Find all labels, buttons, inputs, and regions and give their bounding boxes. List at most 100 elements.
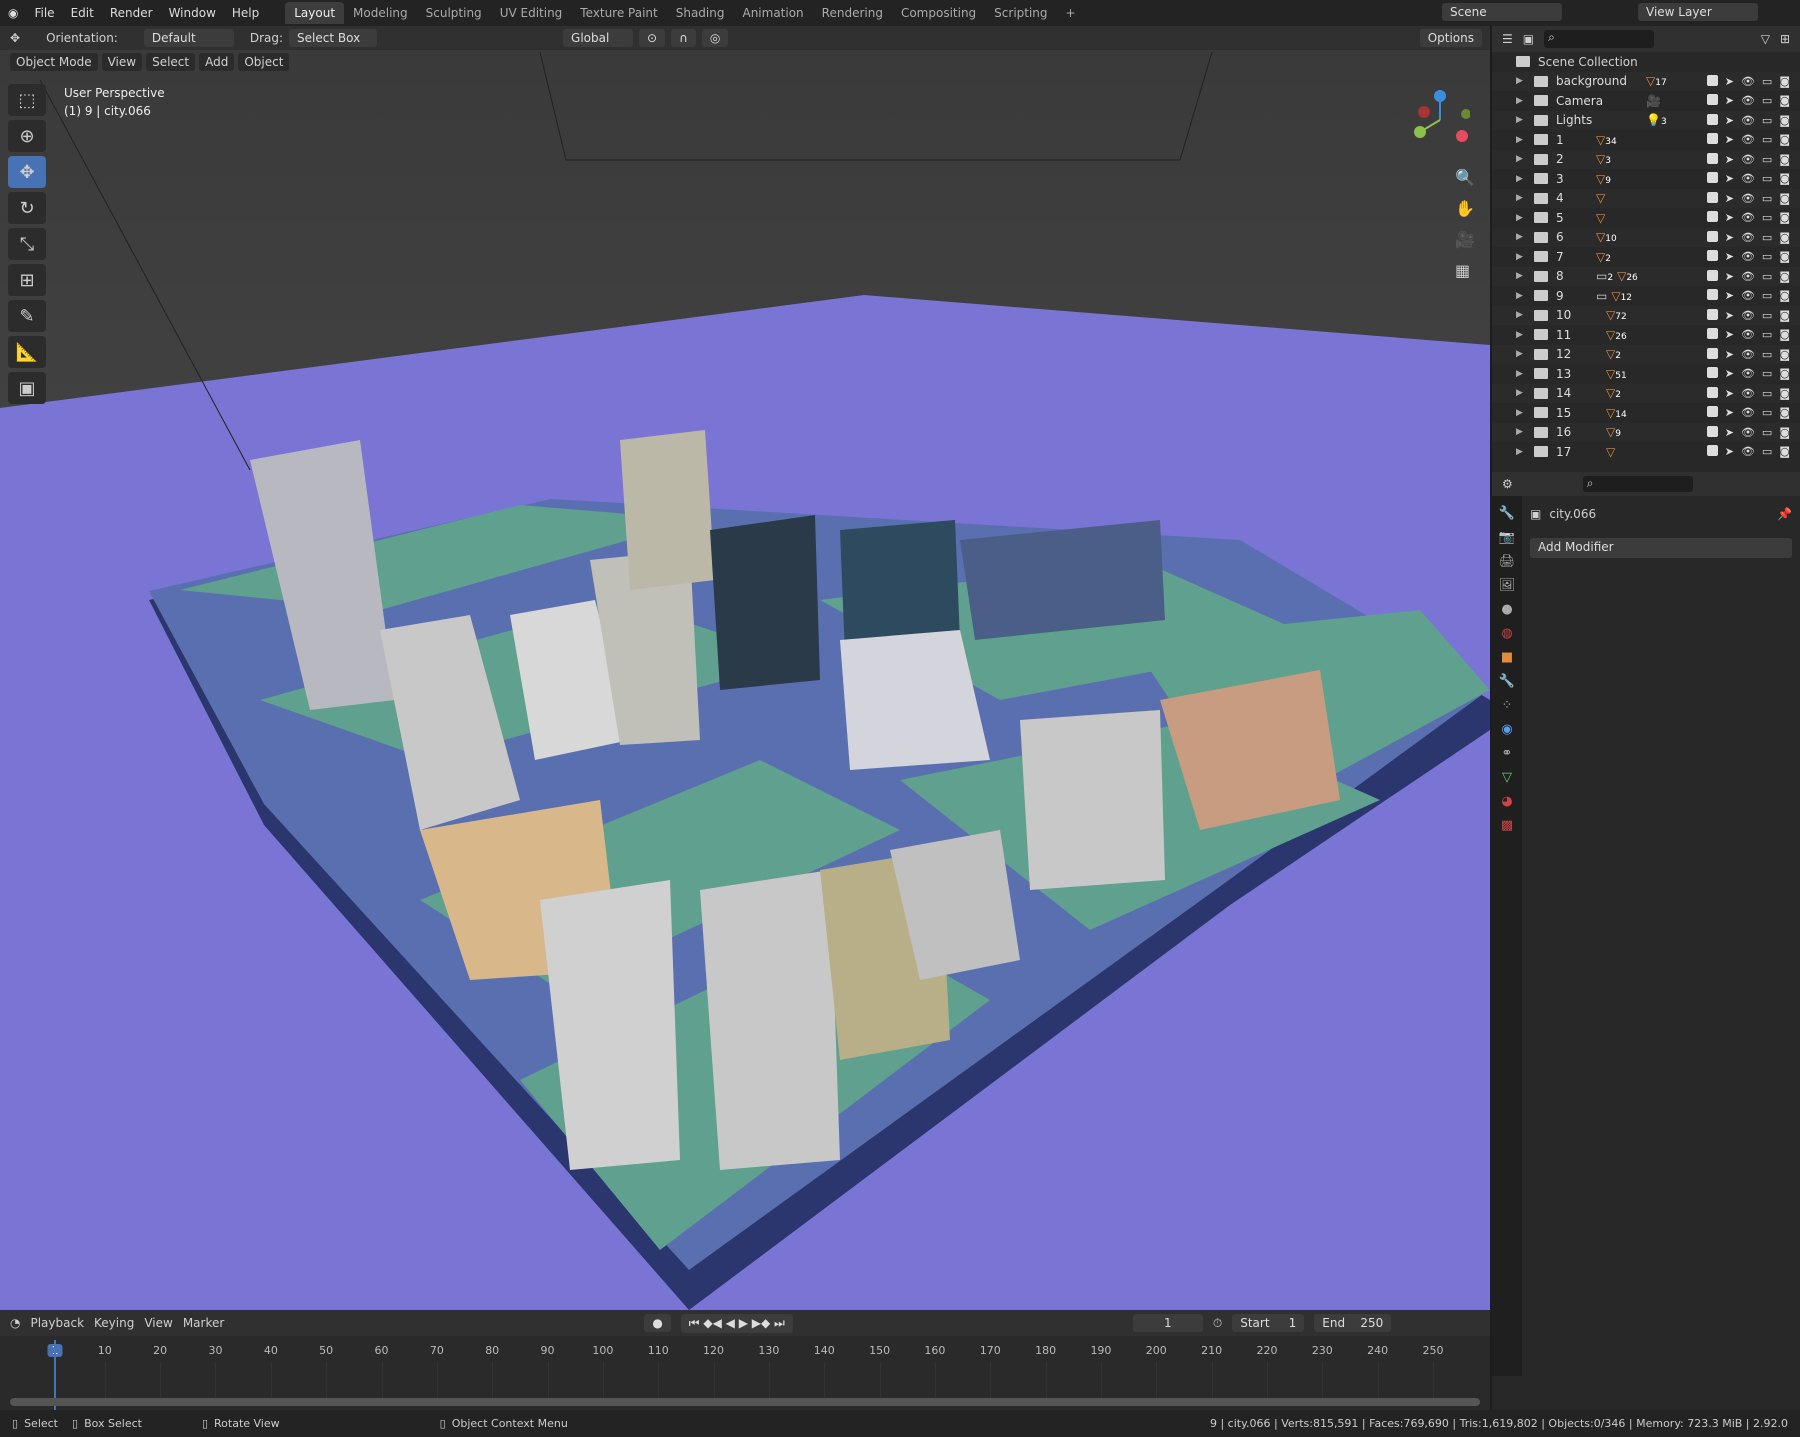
tool-icon[interactable]: ✥ [10,31,20,45]
selectable-icon[interactable]: ➤ [1725,192,1734,205]
exclude-checkbox[interactable] [1706,113,1718,125]
new-collection-icon[interactable]: ⊞ [1780,32,1790,46]
viewport-display-icon[interactable]: ▭ [1762,328,1772,341]
constraints-tab-icon[interactable]: ⚭ [1502,746,1513,761]
viewport-display-icon[interactable]: ▭ [1762,250,1772,263]
menu-help[interactable]: Help [224,6,267,20]
properties-search-input[interactable]: ⌕ [1582,475,1693,492]
scale-tool-icon[interactable]: ⤡ [8,228,46,260]
viewport-display-icon[interactable]: ▭ [1762,309,1772,322]
snap-icon[interactable]: ∩ [671,29,696,47]
tab-sculpting[interactable]: Sculpting [417,2,491,24]
selectable-icon[interactable]: ➤ [1725,75,1734,88]
expand-arrow-icon[interactable]: ▶ [1516,408,1526,418]
expand-arrow-icon[interactable]: ▶ [1516,388,1526,398]
menu-render[interactable]: Render [102,6,161,20]
pin-icon[interactable]: 📌 [1777,507,1792,521]
render-camera-icon[interactable]: ◙ [1779,387,1790,400]
selectable-icon[interactable]: ➤ [1725,328,1734,341]
outliner-row[interactable]: ▶ 13 ▽51 ➤ 👁 ▭ ◙ [1492,364,1800,384]
exclude-checkbox[interactable] [1706,230,1718,242]
grid-ortho-icon[interactable]: ▦ [1455,261,1475,280]
expand-arrow-icon[interactable]: ▶ [1516,330,1526,340]
eye-icon[interactable]: 👁 [1741,406,1755,419]
expand-arrow-icon[interactable]: ▶ [1516,154,1526,164]
outliner-row[interactable]: ▶ 14 ▽2 ➤ 👁 ▭ ◙ [1492,383,1800,403]
outliner-row[interactable]: ▶ 4 ▽ ➤ 👁 ▭ ◙ [1492,188,1800,208]
camera-view-icon[interactable]: 🎥 [1455,230,1475,249]
scene-selector[interactable]: Scene [1442,3,1562,21]
eye-icon[interactable]: 👁 [1741,192,1755,205]
mesh-icon[interactable]: ▽51 [1606,367,1627,381]
expand-arrow-icon[interactable]: ▶ [1516,135,1526,145]
tool-tab-icon[interactable]: 🔧 [1499,506,1515,521]
viewport-display-icon[interactable]: ▭ [1762,75,1772,88]
mode-dropdown[interactable]: Object Mode [10,53,98,71]
render-camera-icon[interactable]: ◙ [1779,133,1790,146]
material-tab-icon[interactable]: ◕ [1501,794,1512,809]
eye-icon[interactable]: 👁 [1741,445,1755,458]
measure-tool-icon[interactable]: 📐 [8,336,46,368]
exclude-checkbox[interactable] [1706,347,1718,359]
tab-texture-paint[interactable]: Texture Paint [571,2,666,24]
transform-orientation-dropdown[interactable]: Global [563,29,634,47]
mesh-icon[interactable]: ▽14 [1606,406,1627,420]
drag-dropdown[interactable]: Select Box [289,29,378,47]
navigation-gizmo[interactable] [1410,90,1471,150]
mesh-icon[interactable]: ▽9 [1606,425,1621,439]
render-camera-icon[interactable]: ◙ [1779,75,1790,88]
outliner-row[interactable]: ▶ background ▽17 ➤ 👁 ▭ ◙ [1492,71,1800,91]
pivot-icon[interactable]: ⊙ [639,29,666,47]
expand-arrow-icon[interactable]: ▶ [1516,349,1526,359]
add-cube-tool-icon[interactable]: ▣ [8,372,46,404]
select-tool-icon[interactable]: ⬚ [8,84,46,116]
view-layer-tab-icon[interactable]: 🖼 [1499,578,1516,593]
viewport-display-icon[interactable]: ▭ [1762,153,1772,166]
particles-tab-icon[interactable]: ⁘ [1502,698,1513,713]
outliner-row[interactable]: ▶ 9 ▭ ▽12 ➤ 👁 ▭ ◙ [1492,286,1800,306]
exclude-checkbox[interactable] [1706,172,1718,184]
object-tab-icon[interactable]: ■ [1501,650,1513,665]
selectable-icon[interactable]: ➤ [1725,387,1734,400]
selectable-icon[interactable]: ➤ [1725,211,1734,224]
exclude-checkbox[interactable] [1706,445,1718,457]
render-camera-icon[interactable]: ◙ [1779,94,1790,107]
selectable-icon[interactable]: ➤ [1725,172,1734,185]
render-camera-icon[interactable]: ◙ [1779,289,1790,302]
expand-arrow-icon[interactable]: ▶ [1516,310,1526,320]
menu-select[interactable]: Select [146,53,196,71]
menu-view[interactable]: View [101,53,143,71]
exclude-checkbox[interactable] [1706,250,1718,262]
outliner-row[interactable]: ▶ 16 ▽9 ➤ 👁 ▭ ◙ [1492,422,1800,442]
scene-tab-icon[interactable]: ● [1501,602,1512,617]
selectable-icon[interactable]: ➤ [1725,309,1734,322]
viewport-display-icon[interactable]: ▭ [1762,445,1772,458]
selectable-icon[interactable]: ➤ [1725,367,1734,380]
exclude-checkbox[interactable] [1706,308,1718,320]
eye-icon[interactable]: 👁 [1741,426,1755,439]
timeline-scrollbar[interactable] [10,1398,1480,1406]
exclude-checkbox[interactable] [1706,406,1718,418]
menu-add[interactable]: Add [199,53,235,71]
move-tool-icon[interactable]: ✥ [8,156,46,188]
mesh-icon[interactable]: ▽ [1596,191,1605,205]
render-camera-icon[interactable]: ◙ [1779,309,1790,322]
menu-file[interactable]: File [26,6,62,20]
outliner-row[interactable]: ▶ 7 ▽2 ➤ 👁 ▭ ◙ [1492,247,1800,267]
mesh-icon[interactable]: ▽9 [1596,172,1611,186]
tab-rendering[interactable]: Rendering [813,2,892,24]
render-camera-icon[interactable]: ◙ [1779,328,1790,341]
orientation-dropdown[interactable]: Default [143,29,234,47]
exclude-checkbox[interactable] [1706,386,1718,398]
physics-tab-icon[interactable]: ◉ [1501,722,1512,737]
viewport-display-icon[interactable]: ▭ [1762,231,1772,244]
viewport-display-icon[interactable]: ▭ [1762,348,1772,361]
texture-tab-icon[interactable]: ▩ [1501,818,1513,833]
expand-arrow-icon[interactable]: ▶ [1516,115,1526,125]
light-icon[interactable]: 💡3 [1646,113,1667,127]
mesh-icon[interactable]: ▽2 [1596,250,1611,264]
expand-arrow-icon[interactable]: ▶ [1516,427,1526,437]
mesh-icon[interactable]: ▽3 [1596,152,1611,166]
render-camera-icon[interactable]: ◙ [1779,192,1790,205]
render-camera-icon[interactable]: ◙ [1779,348,1790,361]
